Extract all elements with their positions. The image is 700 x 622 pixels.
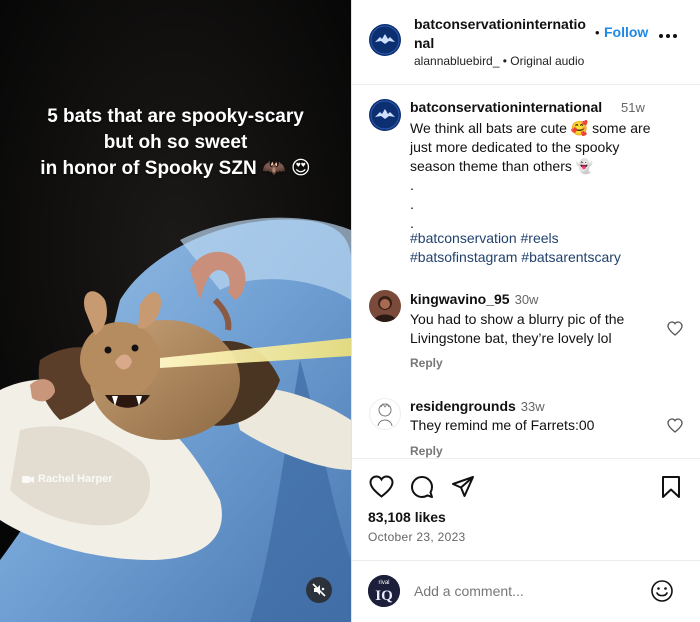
comment-text: They remind me of Farrets:00 (410, 416, 660, 435)
bookmark-icon[interactable] (661, 475, 681, 499)
add-comment-bar: rival IQ (352, 560, 700, 622)
reply-button[interactable]: Reply (410, 356, 443, 370)
speaker-muted-icon (312, 583, 326, 597)
post-date: October 23, 2023 (368, 530, 466, 544)
caption-avatar[interactable] (369, 99, 401, 131)
bat-photo (0, 0, 351, 622)
comment-icon[interactable] (410, 475, 434, 499)
follow-button[interactable]: Follow (604, 24, 648, 40)
user-avatar-icon: rival IQ (368, 575, 400, 607)
comment-username-text[interactable]: kingwavino_95 (410, 291, 510, 307)
reel-video[interactable]: 5 bats that are spooky-scary but oh so s… (0, 0, 351, 622)
photo-credit: Rachel Harper (22, 473, 113, 485)
caption-line: . (410, 177, 414, 193)
caption-line: just more dedicated to the spooky (410, 139, 620, 155)
bci-logo-icon (370, 25, 400, 55)
caption-line: . (410, 196, 414, 212)
caption-timestamp: 51w (621, 100, 645, 115)
caption-line: season theme than others 👻 (410, 158, 594, 174)
more-options-button[interactable] (659, 34, 677, 38)
account-avatar[interactable] (369, 24, 401, 56)
reply-button[interactable]: Reply (410, 444, 443, 458)
commenter-avatar[interactable] (369, 290, 401, 322)
caption-text: We think all bats are cute 🥰 some are ju… (410, 119, 685, 233)
heart-icon[interactable] (667, 321, 683, 336)
comment-timestamp: 33w (520, 399, 545, 414)
profile-sketch-icon (377, 403, 393, 427)
post-header: batconservationinternational • Follow al… (352, 0, 700, 85)
overlay-line: 5 bats that are spooky-scary (47, 106, 304, 127)
dot-icon (666, 34, 670, 38)
overlay-line: but oh so sweet (103, 132, 248, 153)
camera-icon (22, 475, 34, 483)
bci-logo-icon (370, 100, 400, 130)
hashtags: #batconservation #reels #batsofinstagram… (410, 229, 621, 267)
post-details-panel: batconservationinternational • Follow al… (351, 0, 700, 622)
heart-icon[interactable] (369, 475, 394, 498)
reel-overlay-caption: 5 bats that are spooky-scary but oh so s… (0, 104, 351, 182)
comment-username[interactable]: kingwavino_95 30w (410, 291, 538, 307)
comment-text: You had to show a blurry pic of the Livi… (410, 310, 660, 348)
hashtag-line[interactable]: #batconservation #reels (410, 229, 621, 248)
dot-icon (659, 34, 663, 38)
credit-name: Rachel Harper (38, 473, 113, 485)
comment-username[interactable]: residengrounds 33w (410, 398, 545, 414)
mute-button[interactable] (306, 577, 332, 603)
avatar-top-text: rival (378, 580, 389, 586)
comment-line: You had to show a blurry pic of the (410, 311, 625, 327)
share-icon[interactable] (451, 475, 475, 498)
caption-line: We think all bats are cute 🥰 some are (410, 120, 651, 136)
heart-icon[interactable] (667, 418, 683, 433)
commenter-avatar[interactable] (369, 398, 401, 430)
caption-username[interactable]: batconservationinternational (410, 99, 602, 115)
overlay-line: in honor of Spooky SZN 🦇 😍 (40, 158, 311, 179)
comment-line: Livingstone bat, they’re lovely lol (410, 330, 612, 346)
header-username[interactable]: batconservationinternational (414, 15, 594, 53)
comment-line: They remind me of Farrets:00 (410, 417, 595, 433)
emoji-icon[interactable] (650, 579, 674, 603)
separator-dot: • (595, 25, 600, 40)
post-actions: 83,108 likes October 23, 2023 (352, 458, 700, 548)
dot-icon (673, 34, 677, 38)
current-user-avatar[interactable]: rival IQ (368, 575, 400, 607)
avatar-text: IQ (375, 588, 393, 604)
comment-username-text[interactable]: residengrounds (410, 398, 516, 414)
hashtag-line[interactable]: #batsofinstagram #batsarentscary (410, 248, 621, 267)
audio-attribution[interactable]: alannabluebird_ • Original audio (414, 54, 584, 68)
profile-photo-icon (369, 290, 401, 322)
likes-count[interactable]: 83,108 likes (368, 509, 446, 525)
comment-input[interactable] (414, 580, 634, 602)
comment-timestamp: 30w (514, 292, 539, 307)
